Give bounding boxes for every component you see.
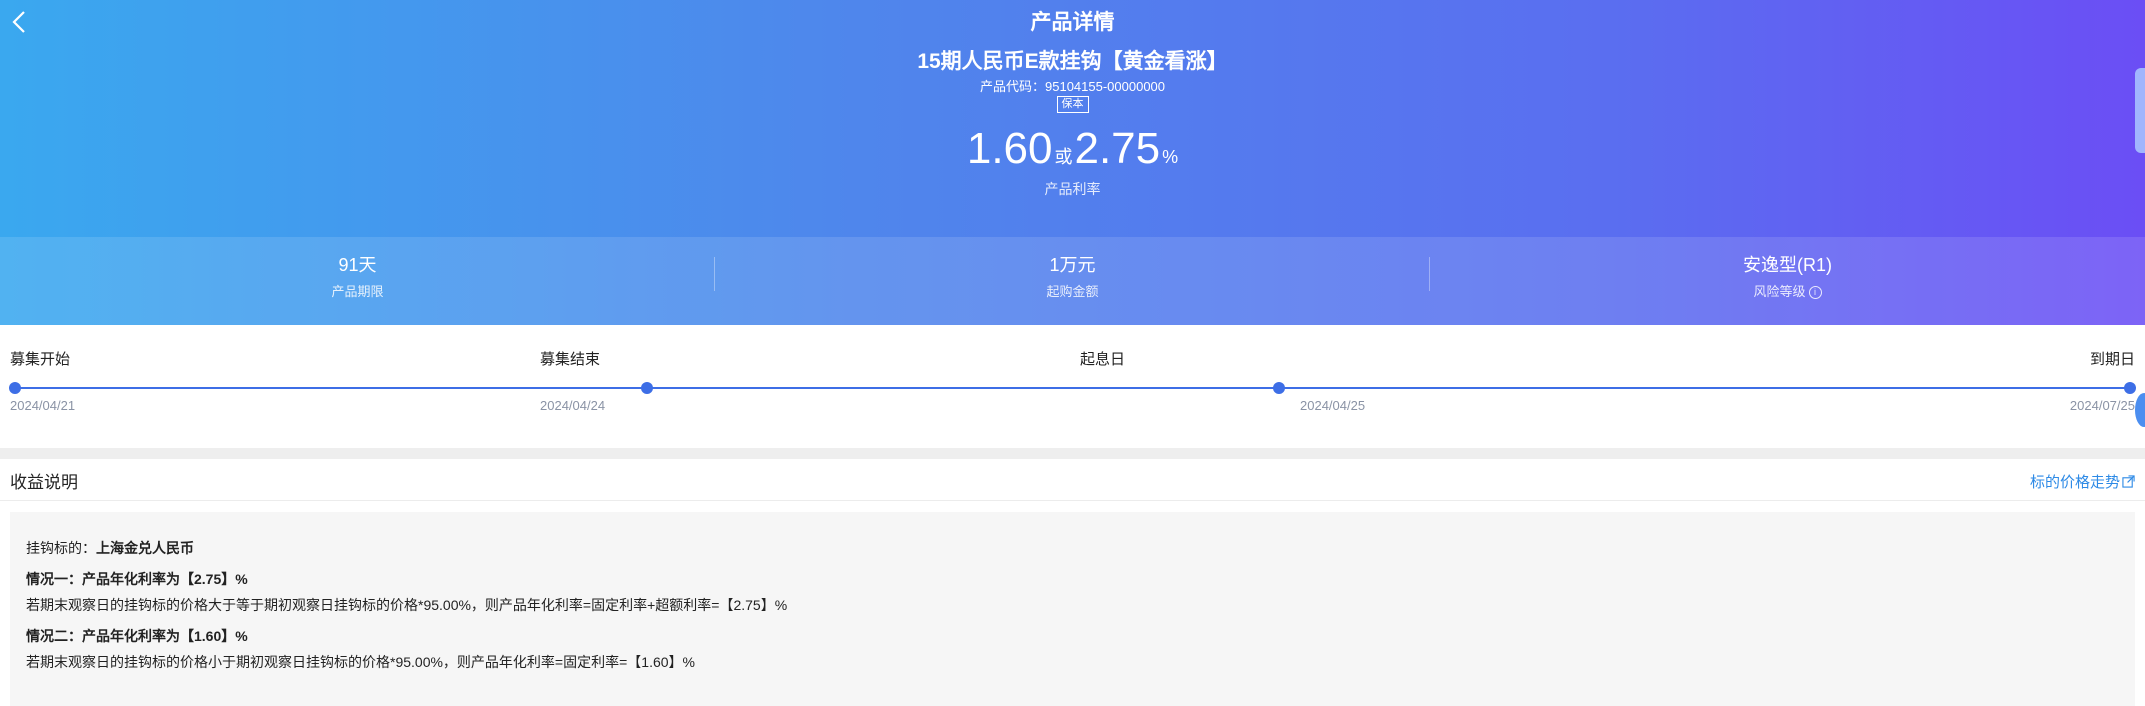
timeline-dot (1273, 382, 1285, 394)
product-code-label: 产品代码： (979, 79, 1045, 94)
underlying-label: 挂钩标的： (26, 540, 96, 556)
timeline-date-value-date: 2024/04/25 (1300, 398, 1366, 413)
stat-risk-level-label: 风险等级 (1753, 284, 1806, 299)
rate-low: 1.60 (966, 124, 1053, 173)
timeline-dot (641, 382, 653, 394)
case2-description: 若期末观察日的挂钩标的价格小于期初观察日挂钩标的价格*95.00%，则产品年化利… (26, 654, 695, 670)
case1-description: 若期末观察日的挂钩标的价格大于等于期初观察日挂钩标的价格*95.00%，则产品年… (26, 597, 788, 613)
rate-label: 产品利率 (1044, 181, 1101, 197)
timeline-date-maturity: 2024/07/25 (2069, 398, 2135, 413)
external-link-icon (2122, 475, 2135, 488)
income-section: 收益说明 标的价格走势 挂钩标的：上海金兑人民币 情况一：产品年化利率为【2.7… (0, 459, 2145, 706)
timeline-label-maturity: 到期日 (2089, 351, 2135, 368)
underlying-value: 上海金兑人民币 (96, 540, 194, 556)
product-stats: 91天 产品期限 1万元 起购金额 安逸型(R1) 风险等级 i (0, 237, 2145, 325)
timeline-line (15, 387, 2132, 389)
page: 产品详情 15期人民币E款挂钩【黄金看涨】 产品代码：95104155-0000… (0, 0, 2145, 706)
product-code: 产品代码：95104155-00000000 (0, 76, 2145, 95)
timeline-date-raise-start: 2024/04/21 (10, 398, 76, 413)
case2-title: 情况二：产品年化利率为【1.60】% (26, 628, 248, 644)
rate-high: 2.75 (1074, 124, 1161, 173)
price-trend-link-label: 标的价格走势 (2029, 474, 2120, 491)
timeline-dot (9, 382, 21, 394)
stat-min-purchase-value: 1万元 (1049, 255, 1096, 275)
stat-risk-level-label-row: 风险等级 i (1430, 281, 2145, 300)
stat-risk-level[interactable]: 安逸型(R1) 风险等级 i (1430, 237, 2145, 325)
timeline-date-raise-end: 2024/04/24 (540, 398, 606, 413)
stat-min-purchase-label: 起购金额 (1046, 284, 1099, 299)
stat-term-label: 产品期限 (331, 284, 384, 299)
side-float-tab[interactable] (2135, 68, 2145, 153)
stat-term: 91天 产品期限 (0, 237, 715, 325)
timeline-dot (2124, 382, 2136, 394)
case1-title: 情况一：产品年化利率为【2.75】% (26, 571, 248, 587)
stat-term-value: 91天 (338, 255, 377, 275)
rate-unit: % (1162, 147, 1179, 167)
timeline-label-raise-start: 募集开始 (10, 351, 71, 368)
rate-or: 或 (1054, 147, 1073, 167)
page-title: 产品详情 (1030, 11, 1115, 34)
income-header: 收益说明 标的价格走势 (0, 459, 2145, 501)
income-details: 挂钩标的：上海金兑人民币 情况一：产品年化利率为【2.75】% 若期末观察日的挂… (10, 512, 2135, 706)
info-circle-icon[interactable]: i (1808, 286, 1822, 300)
product-name: 15期人民币E款挂钩【黄金看涨】 (917, 50, 1228, 73)
product-hero: 产品详情 15期人民币E款挂钩【黄金看涨】 产品代码：95104155-0000… (0, 0, 2145, 325)
underlying-row: 挂钩标的：上海金兑人民币 (26, 538, 2119, 558)
badge-row: 保本 (0, 94, 2145, 113)
income-title: 收益说明 (10, 473, 78, 492)
product-rate: 1.60 或2.75% (0, 124, 2145, 174)
principal-protected-badge: 保本 (1056, 96, 1089, 113)
timeline-label-value-date: 起息日 (1080, 351, 1126, 368)
product-timeline: 募集开始 募集结束 起息日 到期日 2024/04/21 2024/04/24 … (0, 325, 2145, 448)
stat-min-purchase: 1万元 起购金额 (715, 237, 1430, 325)
timeline-label-raise-end: 募集结束 (540, 351, 601, 368)
side-float-button[interactable] (2135, 393, 2145, 427)
price-trend-link[interactable]: 标的价格走势 (2030, 471, 2135, 492)
product-code-value: 95104155-00000000 (1045, 79, 1166, 94)
stat-risk-level-value: 安逸型(R1) (1743, 255, 1832, 275)
